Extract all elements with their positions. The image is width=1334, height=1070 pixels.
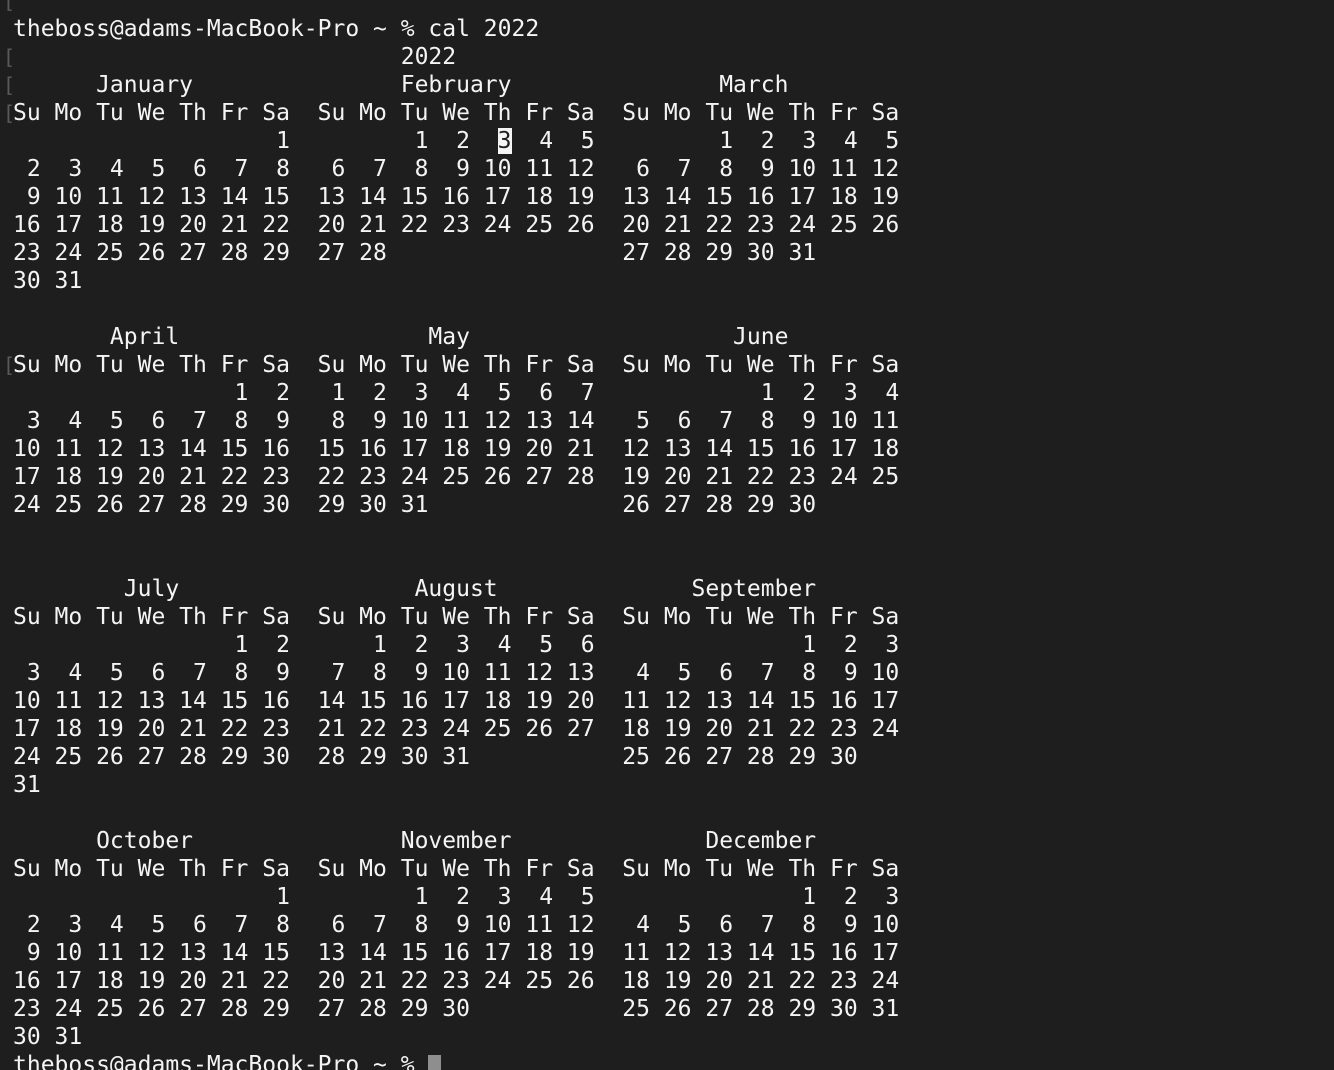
output-line: October November December xyxy=(13,828,817,854)
output-line: Su Mo Tu We Th Fr Sa Su Mo Tu We Th Fr S… xyxy=(13,352,900,378)
output-line: 16 17 18 19 20 21 22 20 21 22 23 24 25 2… xyxy=(13,212,900,238)
output-line-text xyxy=(484,128,498,154)
output-line: 2022 xyxy=(13,44,457,70)
output-line: 1 1 2 3 4 5 1 2 3 xyxy=(13,884,900,910)
command-text: cal 2022 xyxy=(428,16,540,42)
output-line: 3 4 5 6 7 8 9 7 8 9 10 11 12 13 4 5 6 7 … xyxy=(13,660,900,686)
final-prompt-line[interactable]: theboss@adams-MacBook-Pro ~ % xyxy=(13,1051,442,1070)
line-mark-glyph: [ xyxy=(3,0,16,13)
output-line: 17 18 19 20 21 22 23 22 23 24 25 26 27 2… xyxy=(13,464,900,490)
output-line: 16 17 18 19 20 21 22 20 21 22 23 24 25 2… xyxy=(13,968,900,994)
output-line: January February March xyxy=(13,72,789,98)
output-line: 23 24 25 26 27 28 29 27 28 27 28 29 30 3… xyxy=(13,240,817,266)
output-line: 2 3 4 5 6 7 8 6 7 8 9 10 11 12 6 7 8 9 1… xyxy=(13,156,900,182)
output-line: 9 10 11 12 13 14 15 13 14 15 16 17 18 19… xyxy=(13,184,900,210)
final-prompt-text: theboss@adams-MacBook-Pro ~ % xyxy=(13,1052,429,1070)
output-line: Su Mo Tu We Th Fr Sa Su Mo Tu We Th Fr S… xyxy=(13,100,900,126)
prompt-text: theboss@adams-MacBook-Pro ~ % xyxy=(13,16,429,42)
output-line: 31 xyxy=(13,772,41,798)
output-line: July August September xyxy=(13,576,817,602)
output-line: 9 10 11 12 13 14 15 13 14 15 16 17 18 19… xyxy=(13,940,900,966)
today-highlight: 3 xyxy=(497,128,512,154)
line-mark-glyph: [ xyxy=(3,101,16,125)
output-line: 1 1 2 3 4 5 1 2 3 4 5 xyxy=(13,127,899,155)
output-line: 10 11 12 13 14 15 16 15 16 17 18 19 20 2… xyxy=(13,436,900,462)
output-line: 1 2 1 2 3 4 5 6 7 1 2 3 4 xyxy=(13,380,900,406)
terminal-window[interactable]: theboss@adams-MacBook-Pro ~ % cal 2022 2… xyxy=(0,0,1334,1070)
text-cursor xyxy=(428,1054,442,1070)
output-line: 1 2 1 2 3 4 5 6 1 2 3 xyxy=(13,632,900,658)
output-line: Su Mo Tu We Th Fr Sa Su Mo Tu We Th Fr S… xyxy=(13,856,900,882)
output-line: 23 24 25 26 27 28 29 27 28 29 30 25 26 2… xyxy=(13,996,900,1022)
output-line: 2 3 4 5 6 7 8 6 7 8 9 10 11 12 4 5 6 7 8… xyxy=(13,912,900,938)
line-mark-glyph: [ xyxy=(3,45,16,69)
output-line: 30 31 xyxy=(13,268,83,294)
line-mark-glyph: [ xyxy=(3,73,16,97)
line-mark-glyph: [ xyxy=(3,353,16,377)
output-line: 24 25 26 27 28 29 30 28 29 30 31 25 26 2… xyxy=(13,744,858,770)
output-line: 3 4 5 6 7 8 9 8 9 10 11 12 13 14 5 6 7 8… xyxy=(13,408,900,434)
output-line: Su Mo Tu We Th Fr Sa Su Mo Tu We Th Fr S… xyxy=(13,604,900,630)
output-line: 10 11 12 13 14 15 16 14 15 16 17 18 19 2… xyxy=(13,688,900,714)
command-line: theboss@adams-MacBook-Pro ~ % cal 2022 xyxy=(13,15,539,43)
output-line: 24 25 26 27 28 29 30 29 30 31 26 27 28 2… xyxy=(13,492,817,518)
output-line: 30 31 xyxy=(13,1024,83,1050)
output-line: 17 18 19 20 21 22 23 21 22 23 24 25 26 2… xyxy=(13,716,900,742)
output-line-text: 1 1 2 xyxy=(13,128,484,154)
output-line: April May June xyxy=(13,324,789,350)
output-line-text: 4 5 1 2 3 4 5 xyxy=(511,128,900,154)
